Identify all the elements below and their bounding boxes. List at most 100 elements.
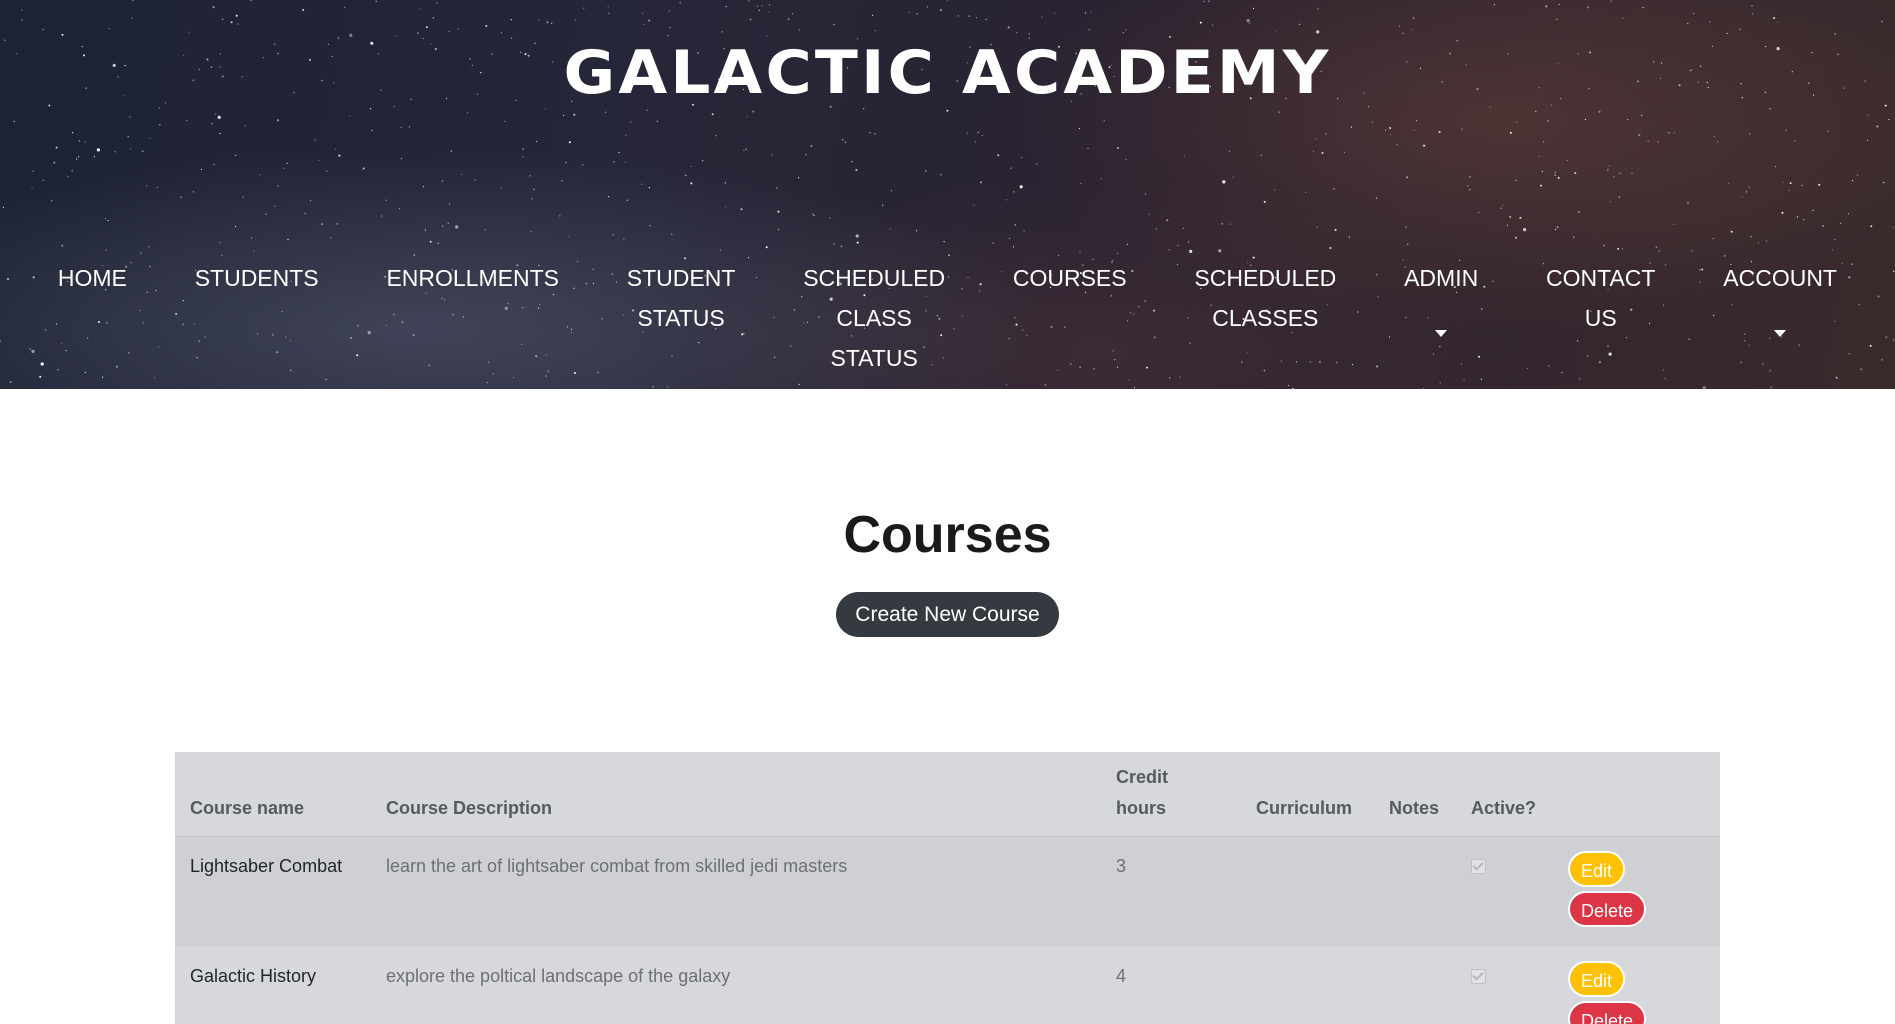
star (1222, 180, 1226, 184)
star (371, 129, 373, 131)
star (776, 187, 778, 189)
nav-item-student-status[interactable]: STUDENT STATUS (627, 218, 736, 378)
star (1183, 154, 1185, 157)
star (1080, 182, 1082, 184)
col-header-credit-hours: Credit hours (1101, 752, 1241, 837)
star (679, 2, 681, 4)
col-header-active: Active? (1456, 752, 1553, 837)
star (510, 19, 512, 21)
nav-item-students[interactable]: STUDENTS (195, 218, 319, 338)
star (551, 22, 553, 24)
cell-course-name: Galactic History (175, 946, 371, 1024)
star (309, 199, 312, 202)
star (1709, 21, 1711, 23)
star (1741, 196, 1743, 198)
star (1467, 185, 1469, 187)
star (1745, 191, 1748, 193)
star (1350, 126, 1352, 128)
star (127, 136, 129, 138)
star (1773, 17, 1776, 20)
nav-item-courses[interactable]: COURSES (1013, 218, 1127, 338)
star (398, 207, 401, 210)
star (565, 162, 567, 164)
star (42, 179, 44, 181)
star (725, 206, 727, 208)
nav-item-home[interactable]: HOME (58, 218, 127, 338)
star (1312, 150, 1315, 152)
nav-item-enrollments[interactable]: ENROLLMENTS (386, 218, 559, 338)
edit-button[interactable]: Edit (1568, 960, 1626, 997)
star (1673, 132, 1675, 134)
cell-course-description: learn the art of lightsaber combat from … (371, 836, 1101, 947)
star (749, 18, 752, 21)
nav-item-admin[interactable]: ADMIN (1404, 218, 1478, 377)
star (235, 14, 238, 17)
delete-button[interactable]: Delete (1568, 1000, 1647, 1024)
star (711, 113, 714, 116)
star (1100, 178, 1102, 180)
star (318, 159, 320, 161)
star (777, 210, 780, 213)
star (259, 174, 261, 176)
star (78, 140, 80, 142)
star (400, 126, 402, 128)
star (1305, 191, 1307, 193)
star (1317, 8, 1319, 10)
edit-button[interactable]: Edit (1568, 851, 1626, 887)
star (1557, 176, 1560, 179)
cell-active (1456, 946, 1553, 1024)
star (1468, 176, 1471, 178)
table-header: Course name Course Description Credit ho… (175, 752, 1720, 837)
star (1834, 33, 1836, 35)
star (656, 120, 658, 122)
star (1876, 125, 1879, 128)
star (841, 138, 844, 141)
delete-button[interactable]: Delete (1568, 891, 1647, 927)
star (787, 18, 790, 21)
star (1384, 129, 1387, 131)
create-new-course-button[interactable]: Create New Course (836, 592, 1059, 637)
star (757, 5, 759, 7)
star (448, 203, 451, 205)
star (1007, 26, 1010, 29)
star (1554, 171, 1556, 173)
star (871, 14, 874, 16)
star (975, 17, 978, 19)
star (1010, 167, 1012, 169)
star (1566, 159, 1568, 162)
star (304, 212, 306, 214)
star (1607, 169, 1609, 171)
star (643, 23, 645, 26)
star (940, 9, 942, 11)
star (1788, 189, 1790, 191)
nav-item-scheduled-classes[interactable]: SCHEDULED CLASSES (1194, 218, 1336, 378)
nav-item-account[interactable]: ACCOUNT (1723, 218, 1837, 377)
star (422, 186, 425, 188)
star (1228, 150, 1231, 152)
nav-item-label: CONTACT US (1546, 265, 1656, 331)
star (746, 116, 748, 118)
star (1739, 28, 1741, 30)
nav-item-contact-us[interactable]: CONTACT US (1546, 218, 1655, 378)
star (1717, 141, 1719, 143)
star (882, 204, 884, 206)
star (450, 150, 452, 152)
star (1627, 119, 1629, 121)
star (1246, 19, 1250, 23)
star (563, 114, 565, 116)
star (349, 33, 353, 38)
star (1693, 12, 1695, 15)
star (863, 108, 865, 110)
star (1812, 209, 1814, 211)
star (1145, 193, 1147, 195)
nav-item-scheduled-class-status[interactable]: SCHEDULED CLASS STATUS (803, 218, 945, 389)
star (985, 18, 987, 21)
star (334, 148, 336, 150)
star (419, 8, 421, 10)
star (977, 131, 979, 133)
star (1827, 130, 1829, 132)
star (276, 119, 279, 122)
star (1325, 133, 1327, 135)
star (1818, 183, 1821, 186)
star (1540, 184, 1542, 187)
